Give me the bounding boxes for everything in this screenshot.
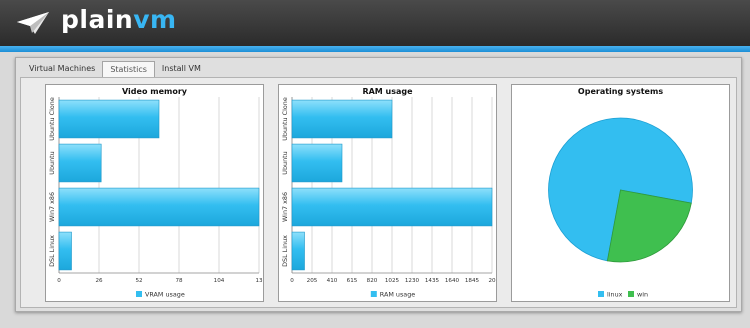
logo-text-plain: plain [61, 5, 134, 34]
video-memory-chart-card: Video memory 0 26 52 78 104 13 Ubuntu Clone Ubun… [45, 84, 264, 302]
legend-swatch [628, 291, 634, 297]
pie-slice-win [606, 189, 692, 263]
x-tick-label: 1640 [445, 278, 460, 284]
ram-usage-chart-card: RAM usage 0 205 410 615 820 1025 1230 1435 1640 18… [278, 84, 497, 302]
x-tick-label: 410 [327, 278, 338, 284]
x-tick-label: 1230 [405, 278, 420, 284]
x-tick-label: 1435 [425, 278, 440, 284]
tab-install-vm[interactable]: Install VM [155, 61, 208, 77]
header-accent-line [0, 46, 750, 52]
logo-text-vm: vm [133, 5, 177, 34]
video-memory-chart: Video memory 0 26 52 78 104 13 Ubuntu Clone Ubun… [48, 87, 263, 299]
x-tick-label: 104 [214, 278, 225, 284]
ram-usage-chart: RAM usage 0 205 410 615 820 1025 1230 1435 1640 18… [281, 87, 496, 299]
chart-title: Video memory [122, 87, 188, 96]
chart-title: RAM usage [362, 87, 413, 96]
category-label: DSL Linux [48, 235, 56, 267]
legend: linux win [598, 291, 648, 299]
x-tick-label: 820 [367, 278, 378, 284]
x-tick-label: 0 [290, 278, 294, 284]
legend-label: RAM usage [380, 291, 415, 299]
main-panel: Virtual Machines Statistics Install VM V… [15, 57, 742, 312]
bar-ubuntu-clone [291, 99, 393, 139]
statistics-tab-content: Video memory 0 26 52 78 104 13 Ubuntu Clone Ubun… [20, 77, 737, 308]
x-tick-label: 13 [255, 278, 263, 284]
bar-dsl-linux [291, 231, 305, 271]
x-tick-label: 0 [57, 278, 61, 284]
category-label: Ubuntu Clone [281, 97, 289, 141]
tab-statistics[interactable]: Statistics [102, 61, 155, 78]
x-tick-label: 20 [488, 278, 496, 284]
tab-bar: Virtual Machines Statistics Install VM [22, 61, 208, 78]
operating-systems-chart-card: Operating systems linux win [511, 84, 730, 302]
legend: RAM usage [370, 291, 415, 299]
bar-ubuntu [291, 143, 343, 183]
x-tick-label: 615 [347, 278, 358, 284]
legend-label: linux [607, 291, 623, 299]
category-label: Ubuntu [48, 151, 56, 174]
legend-label: VRAM usage [145, 291, 185, 299]
x-tick-label: 26 [95, 278, 103, 284]
bar-ubuntu-clone [58, 99, 160, 139]
legend-swatch [370, 291, 377, 297]
paper-plane-icon [17, 12, 49, 34]
operating-systems-chart: Operating systems linux win [548, 87, 693, 299]
category-label: Ubuntu Clone [48, 97, 56, 141]
category-label: DSL Linux [281, 235, 289, 267]
legend-label: win [637, 291, 648, 299]
bar-win7-x86 [58, 187, 260, 227]
x-tick-label: 1025 [385, 278, 400, 284]
x-tick-label: 78 [175, 278, 183, 284]
category-label: Win7 x86 [281, 192, 289, 222]
category-label: Ubuntu [281, 151, 289, 174]
app-logo[interactable]: plainvm [61, 5, 177, 34]
tab-virtual-machines[interactable]: Virtual Machines [22, 61, 102, 77]
x-tick-label: 205 [307, 278, 318, 284]
bar-ubuntu [58, 143, 102, 183]
bar-dsl-linux [58, 231, 72, 271]
chart-title: Operating systems [578, 87, 663, 96]
x-tick-label: 52 [135, 278, 142, 284]
legend-swatch [136, 291, 142, 297]
category-label: Win7 x86 [48, 192, 56, 222]
legend: VRAM usage [136, 291, 185, 299]
legend-swatch [598, 291, 604, 297]
bar-win7-x86 [291, 187, 493, 227]
x-tick-label: 1845 [465, 278, 480, 284]
